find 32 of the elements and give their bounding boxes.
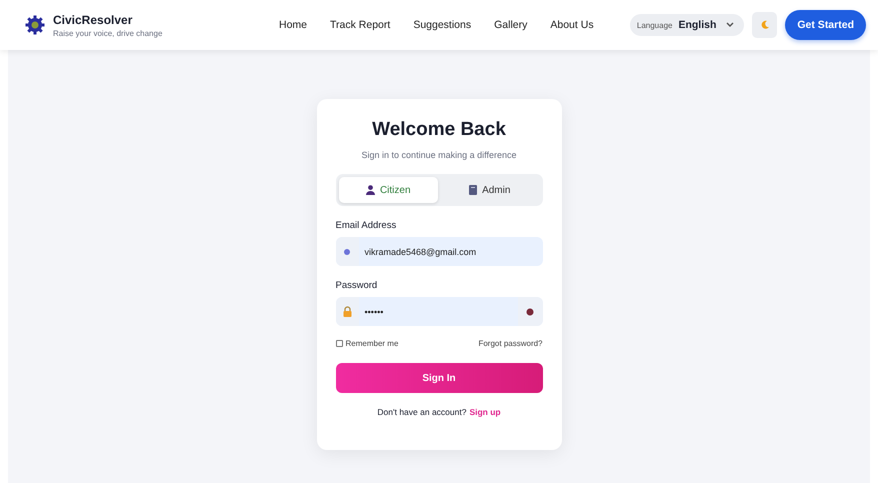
role-tab[interactable]: Citizen (338, 177, 438, 203)
nav-link[interactable]: Track Report (330, 19, 390, 31)
login-title: Welcome Back (371, 119, 507, 141)
dot-icon (344, 248, 350, 254)
nav-link[interactable]: Suggestions (413, 19, 472, 31)
role-tab[interactable]: Admin (440, 177, 540, 203)
checkbox[interactable] (336, 340, 342, 347)
language-select[interactable]: Language English (630, 14, 744, 36)
lock-icon (342, 306, 352, 317)
email-field[interactable]: vikramade5468@gmail.com (336, 237, 542, 266)
nav-link[interactable]: Gallery (494, 19, 528, 31)
remember-me-label: Remember me (346, 339, 398, 348)
theme-toggle-button[interactable] (752, 12, 778, 38)
person-icon (366, 185, 375, 195)
chevron-down-icon (726, 22, 734, 28)
signup-prompt: Don't have an account? (377, 407, 466, 417)
field-label: Email Address (336, 220, 398, 231)
password-field[interactable]: •••••• (336, 297, 542, 326)
login-subtitle: Sign in to continue making a difference (360, 150, 518, 160)
nav-link[interactable]: About Us (550, 19, 594, 31)
forgot-password-link[interactable]: Forgot password? (478, 339, 542, 348)
sign-in-button[interactable]: Sign In (336, 363, 542, 393)
moon-icon (760, 20, 770, 30)
gear-icon (25, 15, 45, 35)
field-label: Password (336, 280, 378, 291)
sign-up-link[interactable]: Sign up (469, 407, 501, 417)
nav-link[interactable]: Home (279, 19, 308, 31)
get-started-button[interactable]: Get Started (785, 10, 866, 40)
brand-tagline: Raise your voice, drive change (53, 28, 162, 38)
id-card-icon (469, 185, 478, 195)
brand-name[interactable]: CivicResolver (53, 12, 162, 26)
eye-icon[interactable] (526, 308, 534, 316)
